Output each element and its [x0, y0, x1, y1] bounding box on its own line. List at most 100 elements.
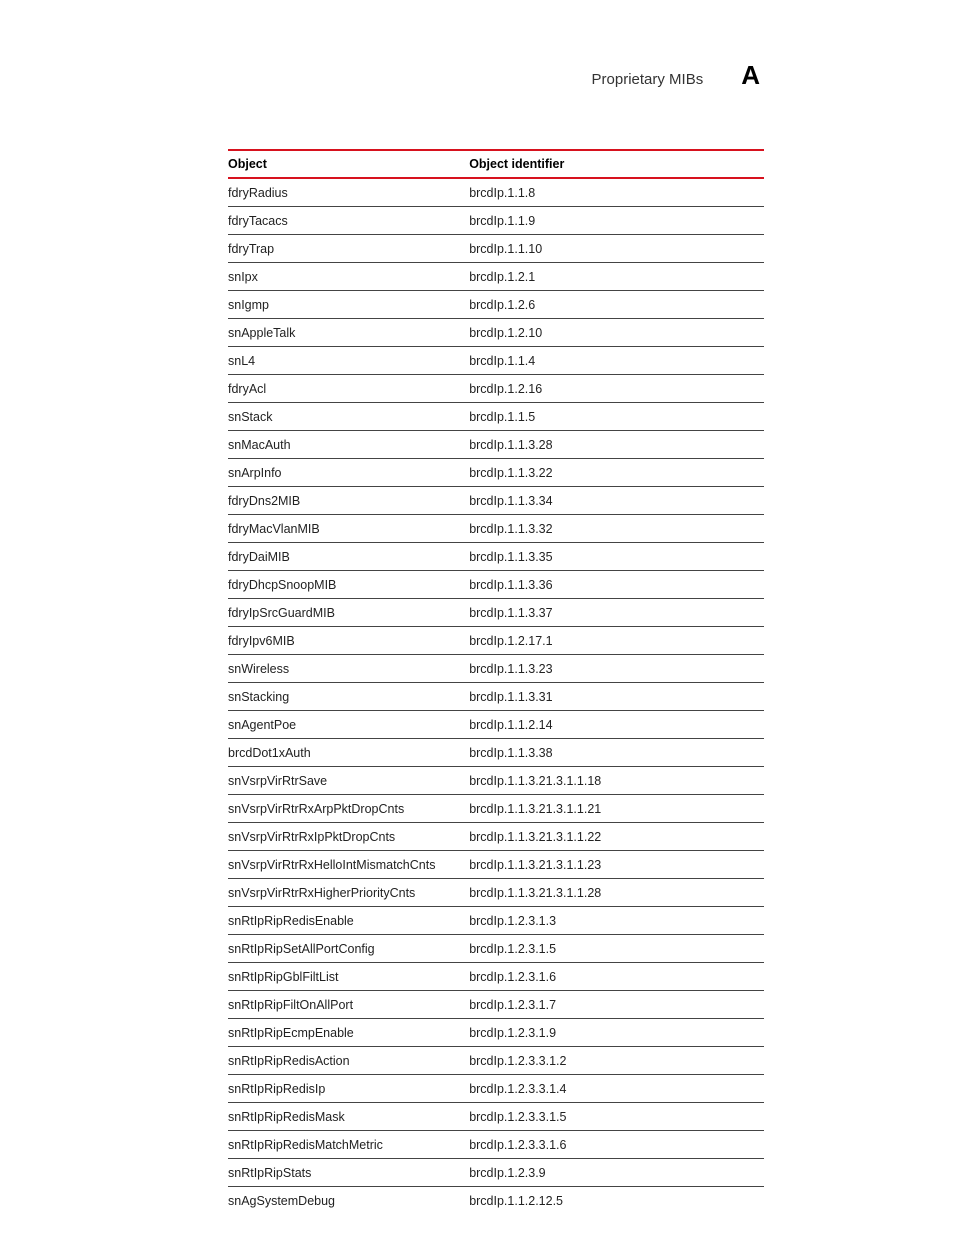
cell-object: snRtIpRipStats: [228, 1159, 469, 1187]
cell-identifier: brcdIp.1.1.3.22: [469, 459, 764, 487]
cell-object: snRtIpRipSetAllPortConfig: [228, 935, 469, 963]
cell-identifier: brcdIp.1.1.4: [469, 347, 764, 375]
cell-object: fdryDhcpSnoopMIB: [228, 571, 469, 599]
col-header-identifier: Object identifier: [469, 150, 764, 178]
table-row: snVsrpVirRtrRxArpPktDropCntsbrcdIp.1.1.3…: [228, 795, 764, 823]
table-row: snAgentPoebrcdIp.1.1.2.14: [228, 711, 764, 739]
table-row: snRtIpRipRedisMatchMetricbrcdIp.1.2.3.3.…: [228, 1131, 764, 1159]
cell-identifier: brcdIp.1.1.10: [469, 235, 764, 263]
cell-object: snAgSystemDebug: [228, 1187, 469, 1215]
table-row: snRtIpRipGblFiltListbrcdIp.1.2.3.1.6: [228, 963, 764, 991]
table-row: snRtIpRipSetAllPortConfigbrcdIp.1.2.3.1.…: [228, 935, 764, 963]
table-row: snIgmpbrcdIp.1.2.6: [228, 291, 764, 319]
cell-object: snRtIpRipRedisAction: [228, 1047, 469, 1075]
table-row: snRtIpRipRedisMaskbrcdIp.1.2.3.3.1.5: [228, 1103, 764, 1131]
cell-object: fdryDns2MIB: [228, 487, 469, 515]
cell-object: fdryRadius: [228, 178, 469, 207]
table-row: fdryDhcpSnoopMIBbrcdIp.1.1.3.36: [228, 571, 764, 599]
mib-table: Object Object identifier fdryRadiusbrcdI…: [228, 149, 764, 1214]
cell-object: snVsrpVirRtrRxHigherPriorityCnts: [228, 879, 469, 907]
cell-object: fdryTacacs: [228, 207, 469, 235]
cell-identifier: brcdIp.1.2.3.1.7: [469, 991, 764, 1019]
cell-object: snRtIpRipRedisIp: [228, 1075, 469, 1103]
table-header-row: Object Object identifier: [228, 150, 764, 178]
table-row: snVsrpVirRtrRxHelloIntMismatchCntsbrcdIp…: [228, 851, 764, 879]
table-row: snRtIpRipRedisEnablebrcdIp.1.2.3.1.3: [228, 907, 764, 935]
table-row: snVsrpVirRtrRxHigherPriorityCntsbrcdIp.1…: [228, 879, 764, 907]
cell-identifier: brcdIp.1.2.3.1.6: [469, 963, 764, 991]
cell-object: fdryTrap: [228, 235, 469, 263]
table-row: snArpInfobrcdIp.1.1.3.22: [228, 459, 764, 487]
cell-identifier: brcdIp.1.1.2.12.5: [469, 1187, 764, 1215]
table-row: snVsrpVirRtrRxIpPktDropCntsbrcdIp.1.1.3.…: [228, 823, 764, 851]
cell-identifier: brcdIp.1.1.3.32: [469, 515, 764, 543]
cell-identifier: brcdIp.1.1.3.21.3.1.1.23: [469, 851, 764, 879]
cell-object: snL4: [228, 347, 469, 375]
cell-identifier: brcdIp.1.2.3.3.1.2: [469, 1047, 764, 1075]
cell-identifier: brcdIp.1.1.3.21.3.1.1.28: [469, 879, 764, 907]
cell-identifier: brcdIp.1.1.8: [469, 178, 764, 207]
cell-identifier: brcdIp.1.1.3.38: [469, 739, 764, 767]
cell-identifier: brcdIp.1.1.3.37: [469, 599, 764, 627]
table-row: fdryTrapbrcdIp.1.1.10: [228, 235, 764, 263]
cell-identifier: brcdIp.1.1.3.21.3.1.1.18: [469, 767, 764, 795]
cell-object: snRtIpRipRedisMask: [228, 1103, 469, 1131]
table-row: snMacAuthbrcdIp.1.1.3.28: [228, 431, 764, 459]
cell-identifier: brcdIp.1.1.3.34: [469, 487, 764, 515]
cell-object: snVsrpVirRtrRxHelloIntMismatchCnts: [228, 851, 469, 879]
table-row: snWirelessbrcdIp.1.1.3.23: [228, 655, 764, 683]
cell-object: fdryMacVlanMIB: [228, 515, 469, 543]
table-row: snIpxbrcdIp.1.2.1: [228, 263, 764, 291]
cell-object: snRtIpRipEcmpEnable: [228, 1019, 469, 1047]
cell-object: snIpx: [228, 263, 469, 291]
cell-identifier: brcdIp.1.2.1: [469, 263, 764, 291]
cell-object: snRtIpRipRedisMatchMetric: [228, 1131, 469, 1159]
cell-object: snAgentPoe: [228, 711, 469, 739]
page: Proprietary MIBs A Object Object identif…: [0, 0, 954, 1235]
table-row: brcdDot1xAuthbrcdIp.1.1.3.38: [228, 739, 764, 767]
table-row: fdryRadiusbrcdIp.1.1.8: [228, 178, 764, 207]
cell-identifier: brcdIp.1.2.6: [469, 291, 764, 319]
table-row: snRtIpRipRedisActionbrcdIp.1.2.3.3.1.2: [228, 1047, 764, 1075]
cell-object: fdryDaiMIB: [228, 543, 469, 571]
table-row: snAgSystemDebugbrcdIp.1.1.2.12.5: [228, 1187, 764, 1215]
cell-identifier: brcdIp.1.2.3.1.9: [469, 1019, 764, 1047]
table-row: fdryDns2MIBbrcdIp.1.1.3.34: [228, 487, 764, 515]
cell-identifier: brcdIp.1.2.3.3.1.6: [469, 1131, 764, 1159]
cell-object: snArpInfo: [228, 459, 469, 487]
table-row: snRtIpRipFiltOnAllPortbrcdIp.1.2.3.1.7: [228, 991, 764, 1019]
table-row: fdryTacacsbrcdIp.1.1.9: [228, 207, 764, 235]
cell-object: snMacAuth: [228, 431, 469, 459]
cell-object: snIgmp: [228, 291, 469, 319]
cell-identifier: brcdIp.1.2.3.1.3: [469, 907, 764, 935]
cell-identifier: brcdIp.1.1.3.31: [469, 683, 764, 711]
cell-identifier: brcdIp.1.2.3.1.5: [469, 935, 764, 963]
cell-identifier: brcdIp.1.1.3.21.3.1.1.22: [469, 823, 764, 851]
table-row: snStackingbrcdIp.1.1.3.31: [228, 683, 764, 711]
cell-identifier: brcdIp.1.1.3.35: [469, 543, 764, 571]
cell-identifier: brcdIp.1.2.17.1: [469, 627, 764, 655]
cell-object: fdryAcl: [228, 375, 469, 403]
cell-object: snAppleTalk: [228, 319, 469, 347]
cell-object: snStack: [228, 403, 469, 431]
table-row: fdryMacVlanMIBbrcdIp.1.1.3.32: [228, 515, 764, 543]
cell-identifier: brcdIp.1.2.3.3.1.4: [469, 1075, 764, 1103]
col-header-object: Object: [228, 150, 469, 178]
table-row: snAppleTalkbrcdIp.1.2.10: [228, 319, 764, 347]
cell-identifier: brcdIp.1.1.3.28: [469, 431, 764, 459]
table-row: fdryIpSrcGuardMIBbrcdIp.1.1.3.37: [228, 599, 764, 627]
cell-object: brcdDot1xAuth: [228, 739, 469, 767]
cell-object: snWireless: [228, 655, 469, 683]
cell-object: snVsrpVirRtrRxIpPktDropCnts: [228, 823, 469, 851]
page-title: Proprietary MIBs: [592, 71, 704, 88]
cell-object: snRtIpRipGblFiltList: [228, 963, 469, 991]
table-row: fdryDaiMIBbrcdIp.1.1.3.35: [228, 543, 764, 571]
cell-identifier: brcdIp.1.2.3.3.1.5: [469, 1103, 764, 1131]
cell-identifier: brcdIp.1.1.5: [469, 403, 764, 431]
cell-object: fdryIpv6MIB: [228, 627, 469, 655]
cell-identifier: brcdIp.1.1.3.21.3.1.1.21: [469, 795, 764, 823]
cell-identifier: brcdIp.1.2.16: [469, 375, 764, 403]
cell-object: fdryIpSrcGuardMIB: [228, 599, 469, 627]
table-row: snVsrpVirRtrSavebrcdIp.1.1.3.21.3.1.1.18: [228, 767, 764, 795]
table-row: snRtIpRipEcmpEnablebrcdIp.1.2.3.1.9: [228, 1019, 764, 1047]
